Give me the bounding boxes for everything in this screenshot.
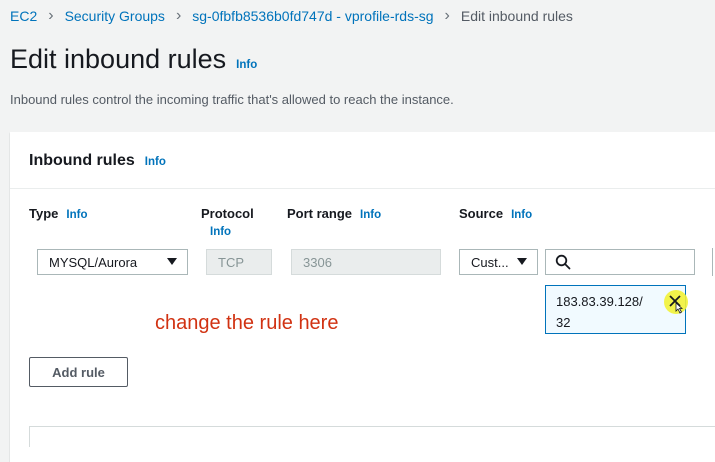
protocol-field: TCP bbox=[206, 249, 272, 275]
source-info-link[interactable]: Info bbox=[511, 209, 532, 221]
protocol-label: Protocol bbox=[201, 206, 254, 221]
panel-info-link[interactable]: Info bbox=[145, 156, 166, 168]
protocol-value: TCP bbox=[218, 254, 244, 270]
source-type-value: Cust... bbox=[471, 254, 509, 270]
annotation-text: change the rule here bbox=[155, 312, 339, 334]
breadcrumb: EC2 › Security Groups › sg-0fbfb8536b0fd… bbox=[10, 7, 573, 25]
source-column-header: Source Info bbox=[459, 206, 532, 221]
type-select-value: MYSQL/Aurora bbox=[49, 254, 138, 270]
chevron-right-icon: › bbox=[444, 7, 450, 24]
protocol-column-header: Protocol bbox=[201, 206, 254, 221]
source-label: Source bbox=[459, 206, 504, 221]
panel-title: Inbound rules Info bbox=[29, 152, 166, 170]
port-range-value: 3306 bbox=[303, 254, 332, 270]
source-cidr-line1: 183.83.39.128/ bbox=[556, 294, 643, 309]
page-description: Inbound rules control the incoming traff… bbox=[10, 92, 454, 107]
port-range-info-link[interactable]: Info bbox=[360, 209, 381, 221]
page-title: Edit inbound rules Info bbox=[10, 44, 257, 75]
type-select[interactable]: MYSQL/Aurora bbox=[37, 249, 188, 275]
breadcrumb-ec2[interactable]: EC2 bbox=[10, 8, 37, 24]
panel-title-text: Inbound rules bbox=[29, 152, 135, 169]
chevron-right-icon: › bbox=[48, 7, 54, 24]
port-range-column-header: Port range Info bbox=[287, 206, 381, 221]
chevron-right-icon: › bbox=[175, 7, 182, 24]
type-label: Type bbox=[29, 206, 59, 221]
add-rule-button[interactable]: Add rule bbox=[29, 357, 128, 387]
type-info-link[interactable]: Info bbox=[66, 209, 87, 221]
source-type-select[interactable]: Cust... bbox=[459, 249, 538, 275]
breadcrumb-security-group[interactable]: sg-0fbfb8536b0fd747d - vprofile-rds-sg bbox=[192, 8, 433, 24]
protocol-info-link[interactable]: Info bbox=[210, 226, 231, 238]
caret-down-icon bbox=[517, 258, 527, 265]
source-search-input[interactable] bbox=[545, 249, 695, 275]
page-info-link[interactable]: Info bbox=[236, 59, 257, 71]
search-icon bbox=[555, 254, 571, 270]
panel-header: Inbound rules Info bbox=[10, 132, 715, 189]
port-range-label: Port range bbox=[287, 206, 353, 221]
port-range-field: 3306 bbox=[291, 249, 441, 275]
next-section-container bbox=[29, 426, 715, 447]
breadcrumb-current: Edit inbound rules bbox=[460, 8, 573, 24]
breadcrumb-security-groups[interactable]: Security Groups bbox=[65, 8, 165, 24]
page-title-text: Edit inbound rules bbox=[10, 44, 227, 74]
source-cidr-line2: 32 bbox=[556, 315, 571, 330]
remove-icon[interactable] bbox=[663, 289, 689, 315]
caret-down-icon bbox=[167, 258, 177, 265]
type-column-header: Type Info bbox=[29, 206, 87, 221]
